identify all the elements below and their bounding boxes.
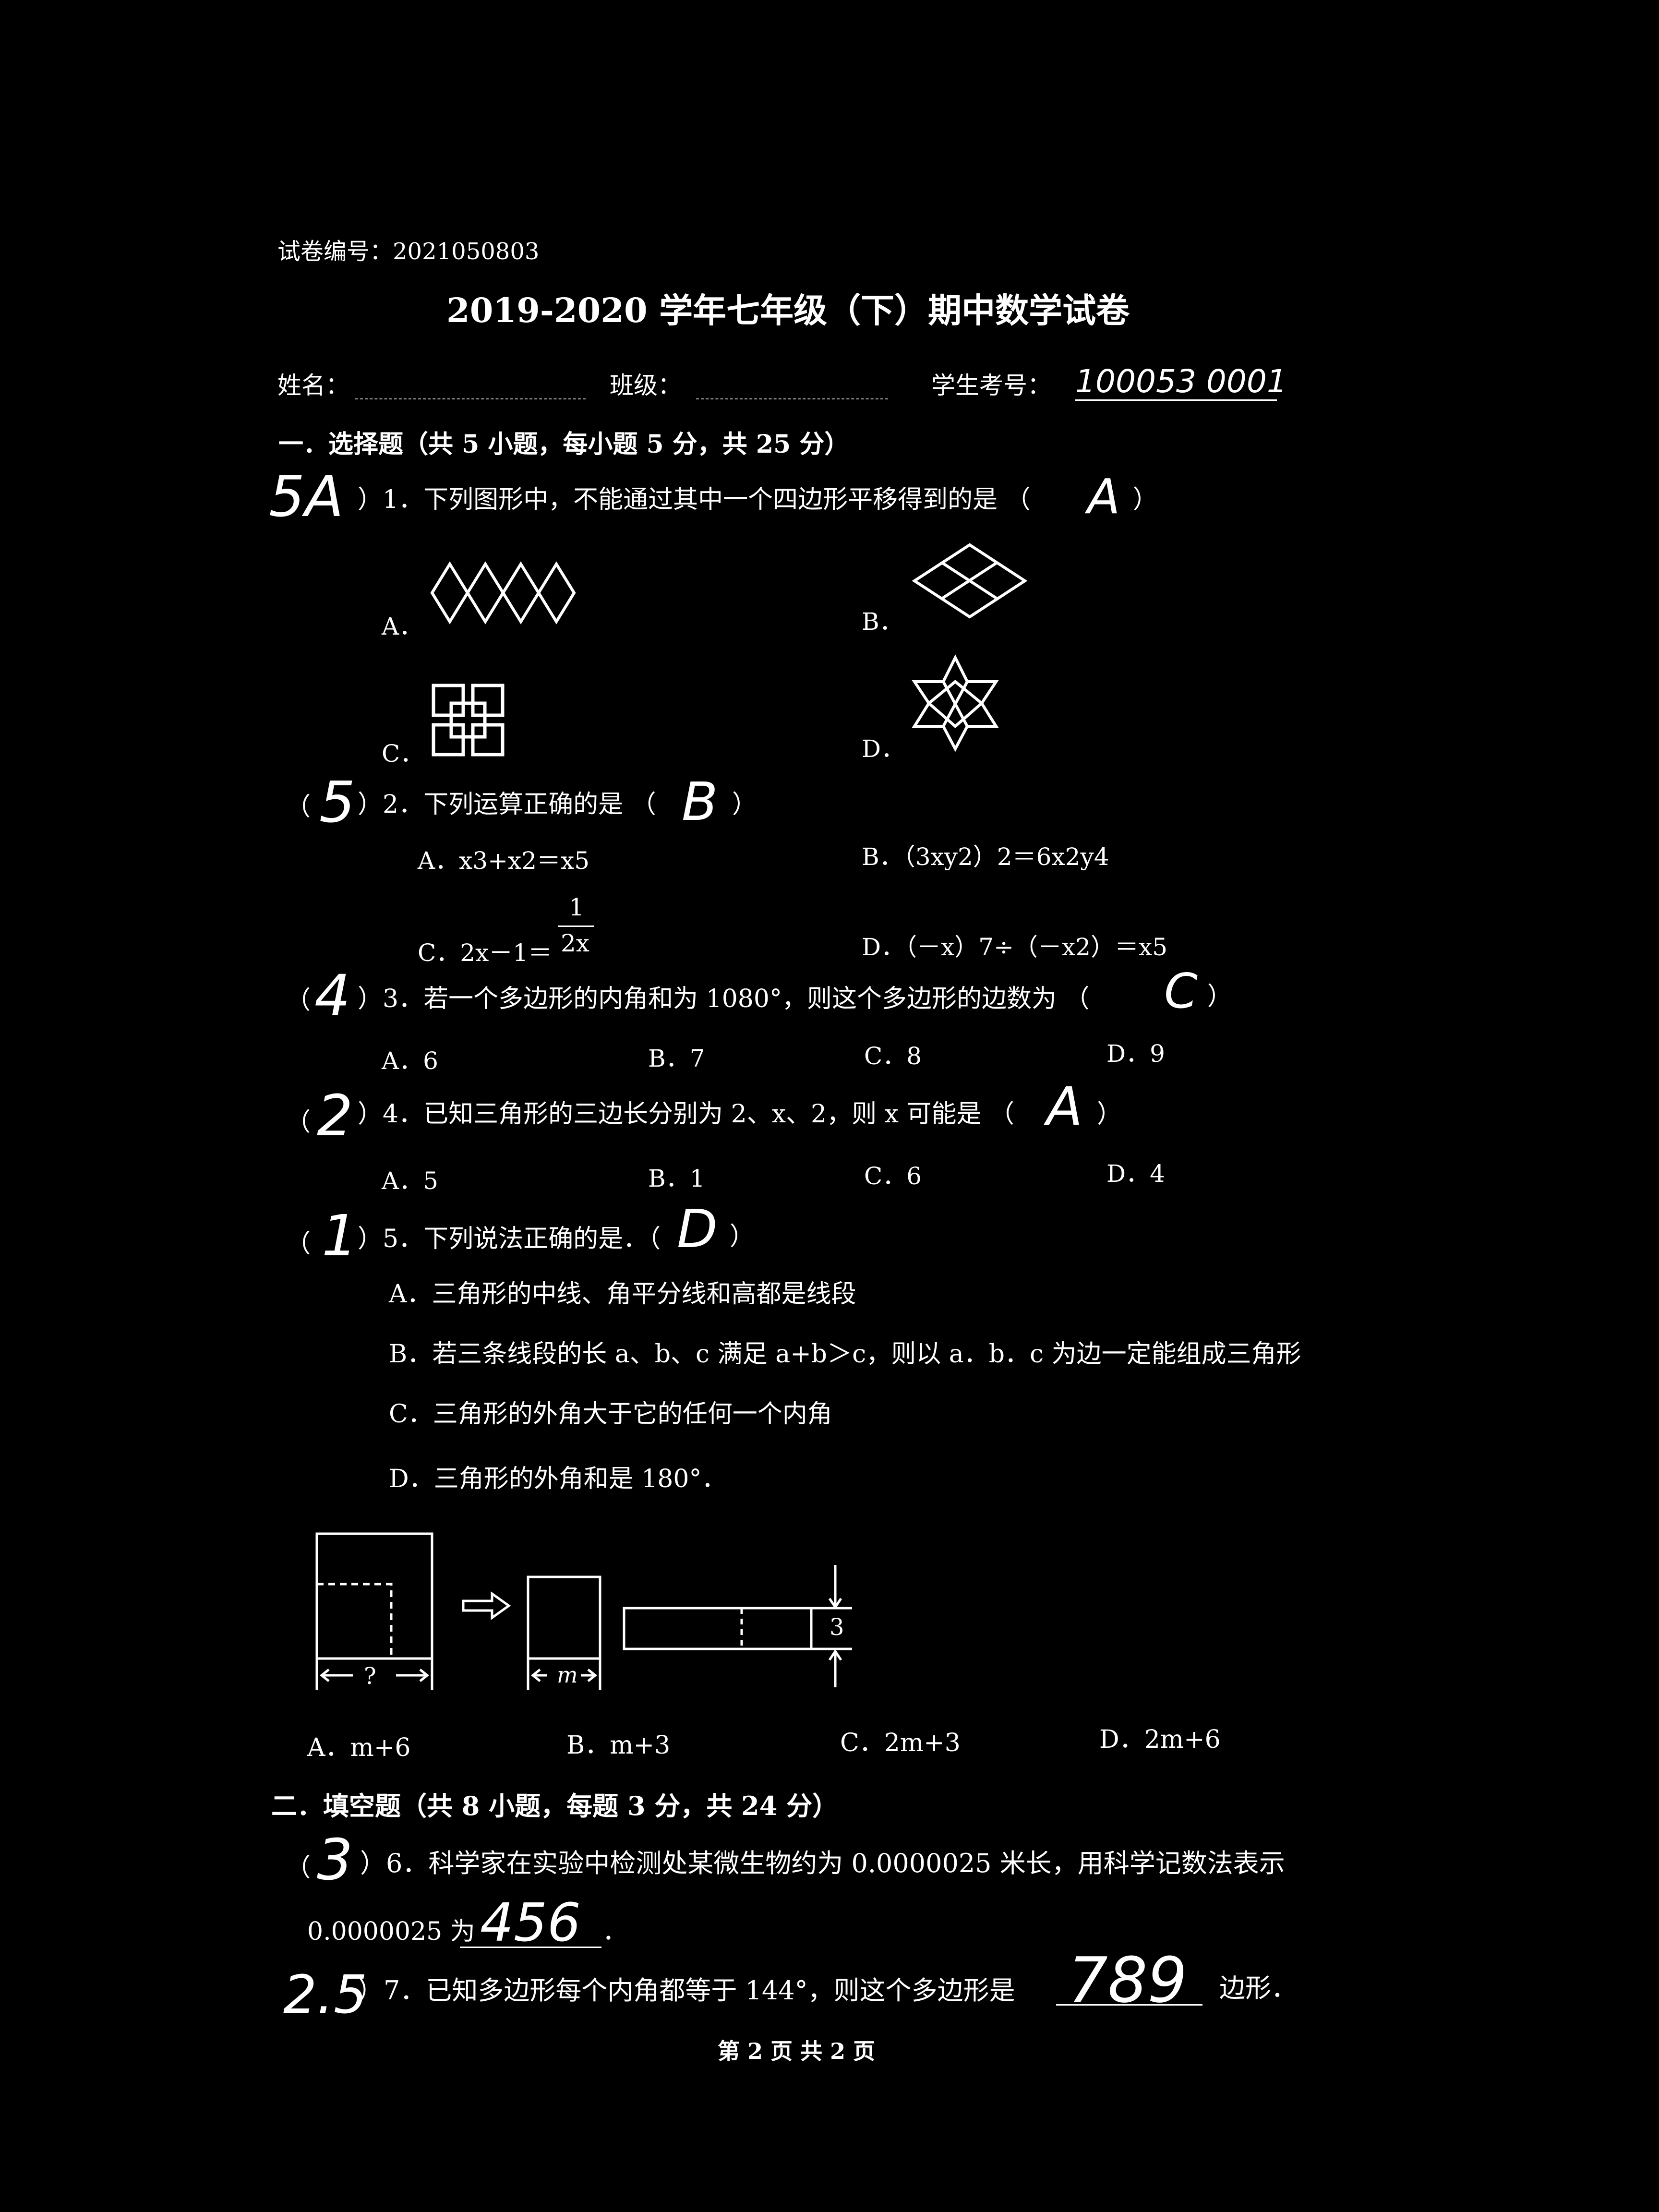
small-square bbox=[527, 1575, 601, 1660]
q2-text: ）2．下列运算正确的是 （ bbox=[358, 790, 656, 819]
q3-answer: C bbox=[1164, 963, 1198, 1019]
q1-figure-c-squares bbox=[432, 684, 505, 757]
student-id-value: 100053 0001 bbox=[1075, 363, 1287, 400]
q1-answer: A bbox=[1087, 469, 1120, 525]
q4-open: （ bbox=[286, 1108, 311, 1137]
figure-m-label: m bbox=[557, 1662, 578, 1688]
q5-score-mark: 1 bbox=[322, 1202, 358, 1269]
q2-close: ） bbox=[732, 790, 757, 819]
section1-heading: 一．选择题（共 5 小题，每小题 5 分，共 25 分） bbox=[278, 430, 850, 459]
page-title: 2019-2020 学年七年级（下）期中数学试卷 bbox=[446, 290, 1130, 330]
q6-score-mark: 3 bbox=[317, 1827, 353, 1893]
extra-option-b: B．m+3 bbox=[566, 1731, 671, 1760]
q2-option-c-fraction-bar bbox=[558, 926, 594, 927]
q5-close: ） bbox=[730, 1222, 755, 1251]
q4-answer: A bbox=[1046, 1076, 1083, 1137]
transform-arrow bbox=[462, 1591, 511, 1620]
section2-heading: 二．填空题（共 8 小题，每题 3 分，共 24 分） bbox=[271, 1791, 839, 1821]
q1-option-c: C． bbox=[382, 740, 424, 768]
q2-open: （ bbox=[286, 793, 311, 821]
q4-option-d: D．4 bbox=[1106, 1160, 1165, 1188]
figure-three-label: 3 bbox=[830, 1614, 844, 1641]
q5-answer: D bbox=[677, 1198, 718, 1260]
q6-end: ． bbox=[602, 1917, 628, 1946]
q1-figure-d-star bbox=[912, 654, 999, 752]
q3-option-c: C．8 bbox=[864, 1042, 922, 1070]
q3-text: ）3．若一个多边形的内角和为 1080°，则这个多边形的边数为 （ bbox=[358, 985, 1090, 1013]
student-id-underline bbox=[1075, 399, 1277, 401]
q6-text: ）6．科学家在实验中检测处某微生物约为 0.0000025 米长，用科学记数法表… bbox=[360, 1848, 1285, 1878]
q1-figure-b-rhombus-grid bbox=[912, 543, 1028, 619]
q1-option-b: B． bbox=[862, 608, 903, 636]
class-underline bbox=[696, 398, 888, 399]
q4-score-mark: 2 bbox=[317, 1082, 353, 1149]
q4-text: ）4．已知三角形的三边长分别为 2、x、2，则 x 可能是 （ bbox=[358, 1100, 1015, 1129]
extra-option-a: A．m+6 bbox=[307, 1733, 411, 1762]
paper-id: 试卷编号：2021050803 bbox=[277, 238, 540, 265]
q5-option-c: C．三角形的外角大于它的任何一个内角 bbox=[389, 1400, 832, 1429]
q1-option-a: A． bbox=[382, 613, 423, 640]
long-strip bbox=[623, 1607, 813, 1650]
q4-option-a: A．5 bbox=[382, 1167, 438, 1195]
q7-score-mark: 2.5 bbox=[283, 1964, 367, 2025]
q7-answer: 789 bbox=[1068, 1944, 1188, 2017]
q7-end: 边形． bbox=[1219, 1973, 1297, 2003]
q7-text: ）7．已知多边形每个内角都等于 144°，则这个多边形是 bbox=[358, 1975, 1015, 2006]
q2-option-c-numerator: 1 bbox=[569, 893, 584, 921]
q2-option-c-denominator: 2x bbox=[561, 929, 590, 957]
q3-open: （ bbox=[286, 986, 311, 1015]
class-label: 班级： bbox=[610, 372, 682, 399]
q6-line2: 0.0000025 为 bbox=[307, 1917, 475, 1946]
q4-option-c: C．6 bbox=[864, 1162, 922, 1190]
q3-option-a: A．6 bbox=[382, 1047, 438, 1075]
q2-option-d: D．（－x）7÷（－x2）＝x5 bbox=[862, 933, 1168, 961]
q2-option-c: C．2x－1＝ bbox=[418, 939, 553, 967]
large-square bbox=[315, 1532, 433, 1660]
cut-line bbox=[317, 1583, 393, 1659]
q2-option-a: A．x3+x2＝x5 bbox=[418, 847, 590, 875]
q5-option-a: A．三角形的中线、角平分线和高都是线段 bbox=[389, 1280, 856, 1309]
q6-answer: 456 bbox=[480, 1892, 581, 1953]
q5-open: （ bbox=[286, 1229, 311, 1258]
q2-option-b: B．（3xy2）2＝6x2y4 bbox=[862, 843, 1109, 871]
page-footer: 第 2 页 共 2 页 bbox=[718, 2038, 876, 2064]
q5-option-d: D．三角形的外角和是 180°． bbox=[389, 1465, 727, 1493]
q2-score-mark: 5 bbox=[319, 769, 356, 835]
q4-option-b: B．1 bbox=[648, 1165, 705, 1192]
q1-close: ） bbox=[1133, 485, 1158, 514]
q7-answer-blank bbox=[1056, 2004, 1202, 2006]
extra-option-c: C．2m+3 bbox=[840, 1729, 961, 1757]
student-id-label: 学生考号： bbox=[931, 372, 1051, 399]
q3-option-b: B．7 bbox=[648, 1045, 705, 1072]
q6-open: （ bbox=[286, 1853, 311, 1882]
q3-score-mark: 4 bbox=[314, 962, 351, 1029]
q4-close: ） bbox=[1097, 1100, 1122, 1129]
q1-figure-a-diamonds bbox=[430, 561, 576, 625]
q1-text: ）1．下列图形中，不能通过其中一个四边形平移得到的是 （ bbox=[358, 485, 1031, 514]
name-label: 姓名： bbox=[277, 372, 349, 399]
extra-option-d: D．2m+6 bbox=[1099, 1725, 1221, 1754]
rectangle-cut-figure bbox=[315, 1532, 852, 1690]
q6-answer-blank bbox=[460, 1947, 601, 1948]
figure-question-mark: ? bbox=[364, 1663, 376, 1690]
q1-score-mark: 5A bbox=[269, 463, 344, 529]
q5-option-b: B．若三条线段的长 a、b、c 满足 a+b＞c，则以 a．b．c 为边一定能组… bbox=[389, 1340, 1301, 1369]
q1-option-d: D． bbox=[862, 735, 905, 763]
name-underline bbox=[355, 398, 586, 399]
q3-close: ） bbox=[1207, 982, 1233, 1011]
q2-answer: B bbox=[682, 771, 718, 832]
q5-text: ）5．下列说法正确的是．（ bbox=[358, 1225, 661, 1253]
q3-option-d: D．9 bbox=[1106, 1040, 1165, 1068]
